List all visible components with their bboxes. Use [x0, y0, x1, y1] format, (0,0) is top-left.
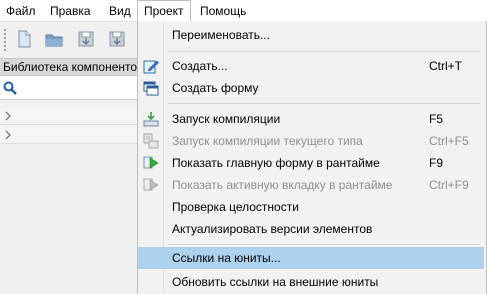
menu-item-integrity-check[interactable]: Проверка целостности: [138, 196, 484, 218]
menu-project[interactable]: Проект: [137, 0, 191, 22]
component-search-row: [0, 76, 137, 100]
menu-item-compile-current-type: Запуск компиляции текущего типа Ctrl+F5: [138, 130, 484, 152]
new-file-button[interactable]: [13, 28, 35, 50]
new-form-icon: [143, 81, 159, 96]
menu-item-run-main-form[interactable]: Показать главную форму в рантайме F9: [138, 152, 484, 174]
menu-item-label: Актуализировать версии элементов: [172, 222, 373, 236]
menu-item-create[interactable]: Создать... Ctrl+T: [138, 55, 484, 77]
menu-separator: [168, 244, 480, 245]
save-all-icon: [109, 31, 125, 47]
menu-item-run-active-tab: Показать активную вкладку в рантайме Ctr…: [138, 174, 484, 196]
menu-item-compile[interactable]: Запуск компиляции F5: [138, 108, 484, 130]
toolbar: [0, 22, 140, 58]
save-all-button[interactable]: [106, 28, 128, 50]
menu-item-label: Показать главную форму в рантайме: [172, 156, 380, 170]
menu-item-label: Показать активную вкладку в рантайме: [172, 178, 393, 192]
save-icon: [78, 31, 94, 47]
menu-item-label: Переименовать...: [172, 28, 270, 42]
menu-item-shortcut: Ctrl+T: [429, 59, 462, 73]
menu-item-label: Создать...: [172, 59, 228, 73]
component-library-body: [0, 144, 137, 294]
compile-current-icon: [143, 133, 159, 149]
run-main-form-icon: [143, 156, 159, 169]
menu-item-shortcut: F9: [429, 156, 444, 170]
menu-item-shortcut: Ctrl+F5: [429, 134, 469, 148]
menu-item-label: Запуск компиляции: [172, 112, 281, 126]
run-active-tab-icon: [143, 178, 159, 191]
menu-item-label: Проверка целостности: [172, 200, 299, 214]
save-button[interactable]: [75, 28, 97, 50]
menu-item-label: Запуск компиляции текущего типа: [172, 134, 363, 148]
menu-item-label: Ссылки на юниты...: [172, 251, 281, 265]
menu-item-label: Создать форму: [172, 81, 259, 95]
menu-separator: [168, 51, 480, 52]
menu-item-label: Обновить ссылки на внешние юниты: [172, 275, 379, 289]
menu-separator: [168, 103, 480, 104]
toolbar-grip[interactable]: [3, 28, 7, 52]
component-search-input[interactable]: [20, 78, 134, 97]
tree-group-row[interactable]: [0, 126, 137, 144]
menu-item-shortcut: F5: [429, 112, 444, 126]
menu-edit[interactable]: Правка: [44, 0, 97, 22]
menu-item-rename[interactable]: Переименовать...: [138, 24, 484, 46]
menu-item-update-element-versions[interactable]: Актуализировать версии элементов: [138, 218, 484, 240]
open-button[interactable]: [43, 28, 65, 50]
compile-icon: [143, 112, 159, 127]
menu-file[interactable]: Файл: [0, 0, 42, 22]
open-folder-icon: [45, 34, 63, 47]
component-library-header: Библиотека компоненто: [0, 58, 137, 76]
new-edit-icon: [143, 60, 159, 74]
menu-item-create-form[interactable]: Создать форму: [138, 77, 484, 99]
chevron-right-icon[interactable]: [4, 130, 12, 140]
chevron-right-icon[interactable]: [4, 111, 12, 121]
menu-item-unit-links[interactable]: Ссылки на юниты...: [138, 247, 484, 269]
tree-group-row[interactable]: [0, 107, 137, 125]
new-file-icon: [18, 30, 31, 48]
menu-view[interactable]: Вид: [103, 0, 137, 22]
search-icon: [3, 81, 17, 95]
menu-item-update-external-unit-links[interactable]: Обновить ссылки на внешние юниты: [138, 271, 484, 293]
menu-help[interactable]: Помощь: [194, 0, 252, 22]
menu-item-shortcut: Ctrl+F9: [429, 178, 469, 192]
menubar: Файл Правка Вид Проект Помощь: [0, 0, 487, 22]
project-menu-dropdown: Переименовать... Создать... Ctrl+T Созда…: [137, 21, 487, 294]
